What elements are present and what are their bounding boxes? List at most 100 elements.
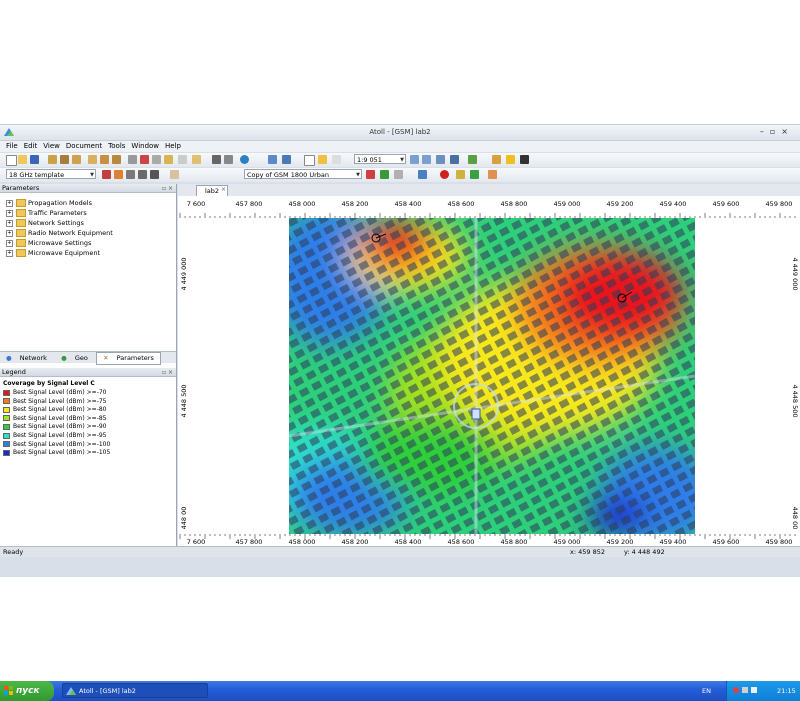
select-tool-icon[interactable] <box>304 155 315 166</box>
menu-document[interactable]: Document <box>66 142 102 150</box>
print-icon[interactable] <box>212 155 221 164</box>
tray-network-icon[interactable] <box>742 687 748 693</box>
x-tick-label: 458 600 <box>448 538 475 546</box>
report-icon[interactable] <box>456 170 465 179</box>
export-map-icon[interactable] <box>470 170 479 179</box>
transmitter-icon[interactable] <box>468 155 477 164</box>
tray-volume-icon[interactable] <box>751 687 757 693</box>
second-toolbar: 18 GHz template ▼ Copy of GSM 1800 Urban ▼ <box>0 168 800 182</box>
zoom-in-icon[interactable] <box>410 155 419 164</box>
window-controls[interactable]: –▫× <box>760 127 794 136</box>
folder-icon <box>16 229 26 237</box>
y-tick-label-right: 4 449 000 <box>791 257 799 290</box>
measure-icon[interactable] <box>488 170 497 179</box>
archive-icon[interactable] <box>88 155 97 164</box>
ruler-icon[interactable] <box>492 155 501 164</box>
zoom-out-icon[interactable] <box>422 155 431 164</box>
y-tick-label-left: 4 448 500 <box>180 384 188 417</box>
expand-icon[interactable]: + <box>6 239 13 247</box>
folder-icon <box>16 219 26 227</box>
pointer-tool-icon[interactable] <box>318 155 327 164</box>
find-icon[interactable] <box>192 155 201 164</box>
link-icon[interactable] <box>138 170 147 179</box>
legend-swatch <box>3 389 10 396</box>
maximize-icon[interactable]: ▫ <box>770 127 781 136</box>
propagation-model-combo[interactable]: Copy of GSM 1800 Urban ▼ <box>244 169 362 179</box>
print-preview-icon[interactable] <box>224 155 233 164</box>
map-view[interactable]: 7 600 457 800 458 000 458 200 458 400 458 600… <box>178 196 800 546</box>
panel-pin-close-icon[interactable]: ▫ × <box>162 184 173 193</box>
tab-network[interactable]: ● Network <box>0 353 53 364</box>
tree-item-network-settings[interactable]: + Network Settings <box>6 218 84 228</box>
menu-window[interactable]: Window <box>131 142 159 150</box>
pan-tool-icon[interactable] <box>332 155 341 164</box>
y-tick-label-right: 448 00 <box>791 507 799 530</box>
zoom-area-icon[interactable] <box>436 155 445 164</box>
panel-pin-close-icon[interactable]: ▫ × <box>162 368 173 377</box>
clock[interactable]: 21:15 <box>777 681 796 701</box>
legend-item: Best Signal Level (dBm) >=-80 <box>3 406 107 414</box>
menu-help[interactable]: Help <box>165 142 181 150</box>
expand-icon[interactable]: + <box>6 249 13 257</box>
atoll-logo-icon <box>66 687 76 695</box>
undo-icon[interactable] <box>128 155 137 164</box>
binoculars-icon[interactable] <box>520 155 529 164</box>
network-icon: ● <box>6 354 12 362</box>
expand-icon[interactable]: + <box>6 219 13 227</box>
menu-edit[interactable]: Edit <box>24 142 38 150</box>
add-transmitter-icon[interactable] <box>114 170 123 179</box>
microwave-icon[interactable] <box>150 170 159 179</box>
expand-icon[interactable]: + <box>6 209 13 217</box>
zoom-fit-icon[interactable] <box>450 155 459 164</box>
title-bar[interactable]: Atoll - [GSM] lab2 –▫× <box>0 125 800 141</box>
language-indicator[interactable]: EN <box>702 681 711 701</box>
folder-icon[interactable] <box>100 155 109 164</box>
menu-file[interactable]: File <box>6 142 18 150</box>
tree-item-microwave-settings[interactable]: + Microwave Settings <box>6 238 91 248</box>
tooltip-icon[interactable] <box>506 155 515 164</box>
taskbar-item-atoll[interactable]: Atoll - [GSM] lab2 <box>62 683 208 698</box>
expand-icon[interactable]: + <box>6 199 13 207</box>
station-icon[interactable] <box>126 170 135 179</box>
new-icon[interactable] <box>6 155 17 166</box>
x-tick-label: 458 000 <box>289 200 316 208</box>
cut-icon[interactable] <box>140 155 149 164</box>
legend-item: Best Signal Level (dBm) >=-100 <box>3 441 110 449</box>
close-tab-icon[interactable]: × <box>221 186 226 193</box>
add-site-icon[interactable] <box>102 170 111 179</box>
start-button[interactable]: пуск <box>0 681 54 701</box>
tree-item-traffic-parameters[interactable]: + Traffic Parameters <box>6 208 87 218</box>
share-icon[interactable] <box>418 170 427 179</box>
tray-antivirus-icon[interactable] <box>733 687 739 693</box>
antenna-icon[interactable] <box>366 170 375 179</box>
minimize-icon[interactable]: – <box>760 127 770 136</box>
database-icon[interactable] <box>112 155 121 164</box>
coverage-icon[interactable] <box>380 170 389 179</box>
open-icon[interactable] <box>18 155 27 164</box>
expand-icon[interactable]: + <box>6 229 13 237</box>
tree-item-radio-network-equipment[interactable]: + Radio Network Equipment <box>6 228 113 238</box>
tab-geo[interactable]: ● Geo <box>55 353 94 364</box>
paste-special-icon[interactable] <box>178 155 187 164</box>
help-icon[interactable] <box>240 155 249 164</box>
profile-icon[interactable] <box>394 170 403 179</box>
save-icon[interactable] <box>30 155 39 164</box>
copy-icon[interactable] <box>152 155 161 164</box>
paste-icon[interactable] <box>164 155 173 164</box>
tree-item-propagation-models[interactable]: + Propagation Models <box>6 198 92 208</box>
menu-view[interactable]: View <box>43 142 60 150</box>
target-icon[interactable] <box>440 170 449 179</box>
scale-combo[interactable]: 1:9 051 ▼ <box>354 154 406 164</box>
site-marker-icon[interactable] <box>471 408 481 420</box>
refresh-icon[interactable] <box>72 155 81 164</box>
tab-parameters[interactable]: ✕ Parameters <box>96 352 161 365</box>
menu-tools[interactable]: Tools <box>108 142 125 150</box>
import-icon[interactable] <box>48 155 57 164</box>
template-combo[interactable]: 18 GHz template ▼ <box>6 169 96 179</box>
export-icon[interactable] <box>60 155 69 164</box>
calculate-icon[interactable] <box>268 155 277 164</box>
properties-icon[interactable] <box>170 170 179 179</box>
close-icon[interactable]: × <box>781 127 794 136</box>
tree-item-microwave-equipment[interactable]: + Microwave Equipment <box>6 248 100 258</box>
recalculate-icon[interactable] <box>282 155 291 164</box>
